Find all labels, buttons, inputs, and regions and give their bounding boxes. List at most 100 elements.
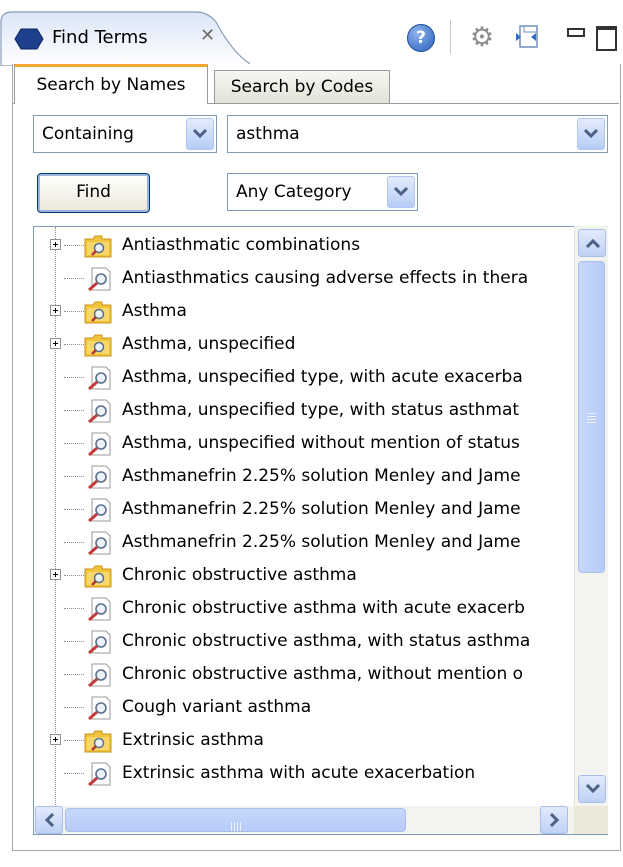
tree-item-label: Asthma, unspecified type, with acute exa… <box>122 367 523 387</box>
tree-connector <box>64 410 84 411</box>
minimize-icon[interactable] <box>567 28 585 37</box>
find-button[interactable]: Find <box>37 173 150 213</box>
tree-connector <box>64 509 84 510</box>
tree-item[interactable]: Chronic obstructive asthma <box>34 559 574 592</box>
tree-connector <box>64 542 84 543</box>
term-search-icon <box>84 399 112 424</box>
grip-icon <box>231 816 243 831</box>
expand-icon[interactable] <box>50 239 61 250</box>
chevron-down-icon <box>394 187 408 197</box>
tree-connector <box>64 641 84 642</box>
horizontal-scrollbar[interactable] <box>34 806 574 834</box>
view-header: Find Terms ✕ ? ⚙ <box>0 0 623 66</box>
folder-search-icon <box>84 729 112 753</box>
tree-item[interactable]: Chronic obstructive asthma, without ment… <box>34 658 574 691</box>
tab-search-by-codes[interactable]: Search by Codes <box>214 70 390 104</box>
tree-connector <box>64 476 84 477</box>
tree-connector <box>64 740 84 741</box>
category-dropdown-button[interactable] <box>387 176 415 208</box>
tree-item-label: Chronic obstructive asthma with acute ex… <box>122 598 525 618</box>
toolbar-separator <box>450 20 451 54</box>
tree-item[interactable]: Extrinsic asthma with acute exacerbation <box>34 757 574 790</box>
chevron-right-icon <box>550 813 560 827</box>
expand-icon[interactable] <box>50 734 61 745</box>
close-icon[interactable]: ✕ <box>200 25 215 46</box>
tree-connector <box>64 311 84 312</box>
term-search-icon <box>84 465 112 490</box>
tree-connector <box>64 773 84 774</box>
scrollbar-corner <box>574 806 608 834</box>
tree-item-label: Antiasthmatic combinations <box>122 235 361 255</box>
tree-item-label: Asthma, unspecified <box>122 334 296 354</box>
scroll-right-button[interactable] <box>540 806 568 834</box>
tree-item-label: Chronic obstructive asthma <box>122 565 357 585</box>
expand-icon[interactable] <box>50 305 61 316</box>
search-query-input[interactable]: asthma <box>227 115 608 153</box>
folder-search-icon <box>84 300 112 324</box>
tree-item[interactable]: Asthma, unspecified type, with acute exa… <box>34 361 574 394</box>
tree-item-label: Asthma, unspecified without mention of s… <box>122 433 520 453</box>
term-search-icon <box>84 630 112 655</box>
search-history-dropdown-button[interactable] <box>577 118 605 150</box>
category-select[interactable]: Any Category <box>227 173 418 211</box>
chevron-down-icon <box>193 129 207 139</box>
tree-item[interactable]: Asthma, unspecified without mention of s… <box>34 427 574 460</box>
tree-connector <box>64 674 84 675</box>
tree-item[interactable]: Asthmanefrin 2.25% solution Menley and J… <box>34 526 574 559</box>
tree-connector <box>64 245 84 246</box>
term-search-icon <box>84 432 112 457</box>
tree-item[interactable]: Asthmanefrin 2.25% solution Menley and J… <box>34 460 574 493</box>
tree-item-label: Cough variant asthma <box>122 697 312 717</box>
maximize-icon[interactable] <box>596 26 617 51</box>
match-mode-select[interactable]: Containing <box>33 115 217 153</box>
gear-icon[interactable]: ⚙ <box>468 24 496 52</box>
term-search-icon <box>84 696 112 721</box>
tree-item-label: Asthmanefrin 2.25% solution Menley and J… <box>122 532 521 552</box>
match-mode-dropdown-button[interactable] <box>186 118 214 150</box>
tree-item[interactable]: Cough variant asthma <box>34 691 574 724</box>
term-search-icon <box>84 531 112 556</box>
horizontal-scroll-thumb[interactable] <box>65 808 406 832</box>
search-tabs: Search by Names Search by Codes <box>12 64 619 104</box>
tree-connector <box>64 608 84 609</box>
scroll-left-button[interactable] <box>35 806 63 834</box>
tree-item[interactable]: Extrinsic asthma <box>34 724 574 757</box>
scroll-up-button[interactable] <box>578 229 606 257</box>
tree-connector <box>64 443 84 444</box>
tree-item[interactable]: Asthma, unspecified <box>34 328 574 361</box>
tree-item-label: Asthmanefrin 2.25% solution Menley and J… <box>122 499 521 519</box>
tree-item[interactable]: Asthma <box>34 295 574 328</box>
tree-item[interactable]: Chronic obstructive asthma with acute ex… <box>34 592 574 625</box>
tree-item[interactable]: Asthma, unspecified type, with status as… <box>34 394 574 427</box>
tree-item-label: Chronic obstructive asthma, without ment… <box>122 664 524 684</box>
tree-item[interactable]: Antiasthmatic combinations <box>34 229 574 262</box>
grip-icon <box>587 413 596 425</box>
tree-connector <box>64 707 84 708</box>
expand-icon[interactable] <box>50 569 61 580</box>
tree-item-label: Asthma, unspecified type, with status as… <box>122 400 520 420</box>
expand-icon[interactable] <box>50 338 61 349</box>
results-tree[interactable]: Antiasthmatic combinations Antiasthmatics… <box>33 226 608 835</box>
term-search-icon <box>84 498 112 523</box>
tree-connector <box>64 377 84 378</box>
chevron-down-icon <box>584 129 598 139</box>
tree-connector <box>64 278 84 279</box>
term-search-icon <box>84 267 112 292</box>
term-search-icon <box>84 597 112 622</box>
tree-item[interactable]: Asthmanefrin 2.25% solution Menley and J… <box>34 493 574 526</box>
vertical-scroll-thumb[interactable] <box>578 261 605 573</box>
folder-search-icon <box>84 333 112 357</box>
tree-item[interactable]: Chronic obstructive asthma, with status … <box>34 625 574 658</box>
term-search-icon <box>84 663 112 688</box>
category-value: Any Category <box>236 182 352 202</box>
view-tab-find-terms[interactable]: Find Terms ✕ <box>0 2 250 66</box>
term-search-icon <box>84 366 112 391</box>
tab-search-by-names[interactable]: Search by Names <box>14 64 208 104</box>
help-icon[interactable]: ? <box>407 24 435 52</box>
scroll-down-button[interactable] <box>578 775 606 803</box>
link-with-editor-icon[interactable] <box>512 24 540 50</box>
chevron-down-icon <box>586 784 600 794</box>
tree-item-label: Chronic obstructive asthma, with status … <box>122 631 531 651</box>
tree-item[interactable]: Antiasthmatics causing adverse effects i… <box>34 262 574 295</box>
vertical-scrollbar[interactable] <box>574 226 608 806</box>
